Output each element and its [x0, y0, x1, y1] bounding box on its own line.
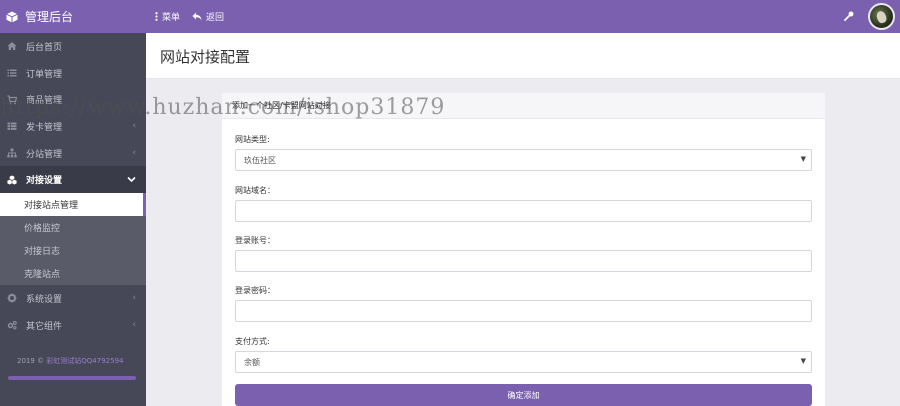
panel-heading: 添加一个社区/卡盟网站对接: [222, 93, 825, 119]
vertical-ellipsis-icon: [155, 12, 158, 21]
brand-title: 管理后台: [25, 10, 74, 24]
domain-input[interactable]: [235, 200, 812, 222]
submenu-item-price-monitor[interactable]: 价格监控: [0, 216, 146, 239]
page-header: 网站对接配置: [146, 33, 900, 79]
sidebar: 后台首页 订单管理 商品管理 发卡管理 ‹ 分站管理 ‹ 对接设置 对接站点管理…: [0, 33, 146, 406]
brand[interactable]: 管理后台: [0, 0, 146, 33]
site-type-value: 玖伍社区: [244, 155, 276, 165]
sidebar-item-label: 分站管理: [26, 149, 63, 160]
payment-label: 支付方式:: [235, 337, 270, 346]
cart-icon: [7, 95, 17, 105]
grid-icon: [7, 122, 17, 131]
payment-value: 余额: [244, 357, 260, 367]
caret-down-icon: ▼: [800, 155, 806, 163]
list-icon: [7, 69, 17, 77]
domain-field: 网站域名：: [235, 185, 812, 222]
back-button[interactable]: 返回: [192, 10, 224, 23]
user-avatar[interactable]: [868, 3, 895, 30]
sitemap-icon: [7, 148, 17, 158]
sidebar-item-home[interactable]: 后台首页: [0, 33, 146, 60]
avatar-image: [875, 9, 888, 25]
sidebar-item-products[interactable]: 商品管理: [0, 86, 146, 113]
password-field: 登录密码：: [235, 285, 812, 322]
chevron-down-icon: [127, 177, 136, 183]
confirm-add-button[interactable]: 确定添加: [235, 384, 812, 406]
account-field: 登录账号：: [235, 235, 812, 272]
account-label: 登录账号：: [235, 236, 275, 245]
password-label: 登录密码：: [235, 286, 275, 295]
sidebar-item-label: 其它组件: [26, 321, 63, 332]
cubes-icon: [7, 175, 17, 185]
reply-arrow-icon: [192, 12, 202, 21]
sidebar-item-label: 订单管理: [26, 69, 63, 80]
site-type-select[interactable]: 玖伍社区 ▼: [235, 149, 812, 171]
chevron-left-icon: ‹: [132, 121, 136, 132]
top-nav: 菜单 返回: [155, 0, 236, 33]
sidebar-item-substations[interactable]: 分站管理 ‹: [0, 140, 146, 167]
domain-label: 网站域名：: [235, 186, 275, 195]
menu-button[interactable]: 菜单: [155, 10, 180, 23]
sidebar-item-label: 商品管理: [26, 96, 63, 107]
password-input[interactable]: [235, 300, 812, 322]
sidebar-item-label: 系统设置: [26, 294, 63, 305]
sidebar-item-other-components[interactable]: 其它组件 ‹: [0, 312, 146, 339]
wrench-icon[interactable]: [843, 11, 854, 22]
menu-label: 菜单: [162, 13, 181, 23]
sidebar-footer: 2019 © 彩虹测试站QQ4792594: [17, 356, 123, 366]
sidebar-item-label: 后台首页: [26, 42, 63, 53]
footer-link[interactable]: 彩虹测试站QQ4792594: [46, 357, 123, 365]
home-icon: [7, 42, 17, 51]
site-type-field: 网站类型: 玖伍社区 ▼: [235, 134, 812, 171]
sidebar-item-system-settings[interactable]: 系统设置 ‹: [0, 285, 146, 312]
back-label: 返回: [206, 13, 225, 23]
sidebar-item-docking-settings[interactable]: 对接设置: [0, 166, 146, 194]
cube-logo-icon: [6, 11, 18, 22]
submenu-item-clone-site[interactable]: 克隆站点: [0, 262, 146, 285]
sidebar-item-cards[interactable]: 发卡管理 ‹: [0, 113, 146, 140]
gears-icon: [7, 321, 17, 330]
chevron-left-icon: ‹: [132, 319, 136, 330]
sidebar-item-label: 对接设置: [26, 176, 63, 187]
account-input[interactable]: [235, 250, 812, 272]
submenu-item-docking-log[interactable]: 对接日志: [0, 239, 146, 262]
submenu-item-site-management[interactable]: 对接站点管理: [0, 193, 146, 217]
caret-down-icon: ▼: [800, 357, 806, 365]
gear-icon: [7, 293, 17, 303]
sidebar-divider: [8, 376, 136, 380]
page-title: 网站对接配置: [160, 48, 251, 66]
payment-select[interactable]: 余额 ▼: [235, 351, 812, 373]
chevron-left-icon: ‹: [132, 293, 136, 304]
add-docking-panel: 添加一个社区/卡盟网站对接 网站类型: 玖伍社区 ▼ 网站域名： 登录账号： 登…: [222, 93, 825, 406]
site-type-label: 网站类型:: [235, 135, 270, 144]
payment-field: 支付方式: 余额 ▼: [235, 336, 812, 373]
footer-year: 2019 ©: [17, 357, 45, 365]
sidebar-item-label: 发卡管理: [26, 122, 63, 133]
top-navbar: 管理后台 菜单 返回: [0, 0, 900, 33]
docking-submenu: 对接站点管理 价格监控 对接日志 克隆站点: [0, 193, 146, 286]
chevron-left-icon: ‹: [132, 147, 136, 158]
sidebar-item-orders[interactable]: 订单管理: [0, 60, 146, 87]
